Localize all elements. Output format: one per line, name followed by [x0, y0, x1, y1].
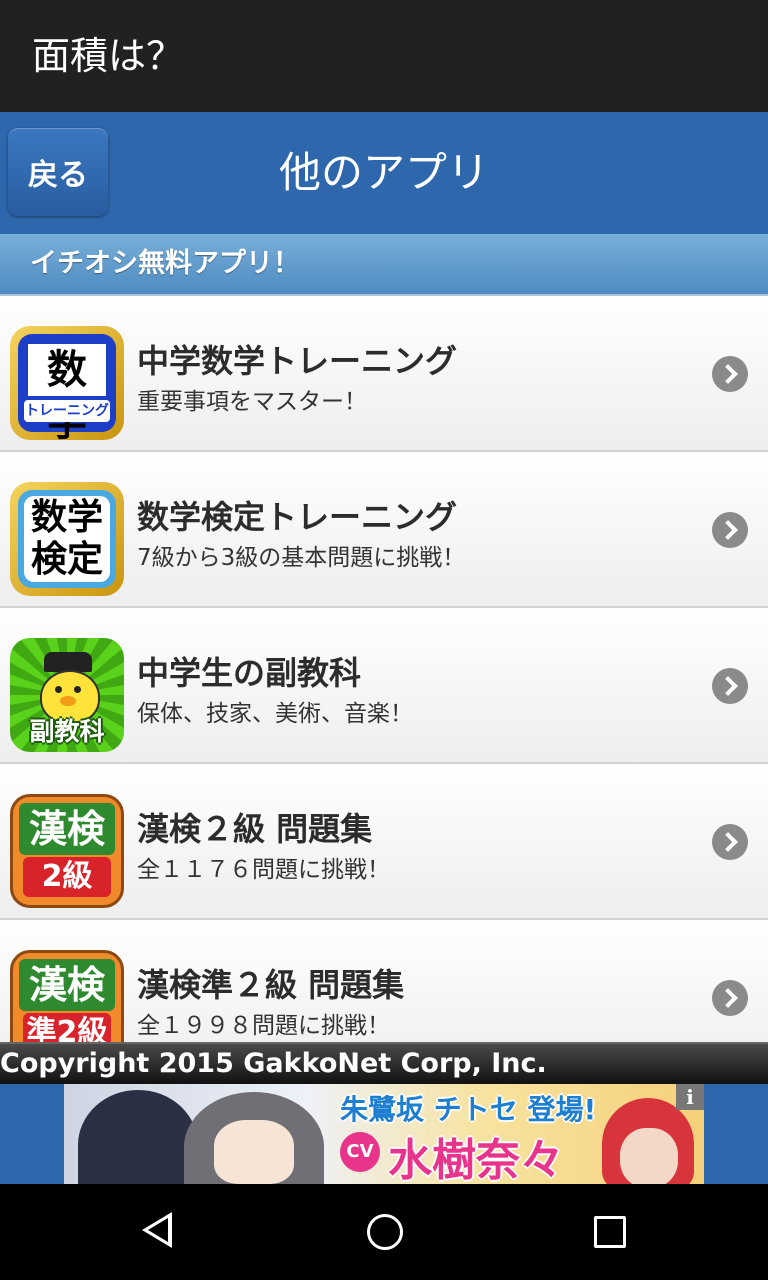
- chevron-right-icon: [712, 824, 748, 860]
- math-training-app-icon: 数学 トレーニング: [10, 326, 124, 440]
- copyright-text: Copyright 2015 GakkoNet Corp, Inc.: [0, 1048, 547, 1079]
- person-face: [620, 1128, 678, 1184]
- anime-character-face: [214, 1120, 294, 1184]
- ad-headline: 朱鷺坂 チトセ 登場!: [340, 1093, 597, 1126]
- icon-sublabel: 2級: [23, 857, 111, 897]
- app-name: 漢検２級 問題集: [137, 810, 373, 848]
- math-kentei-app-icon: 数学検定: [10, 482, 124, 596]
- icon-sublabel: トレーニング: [24, 400, 110, 422]
- chevron-right-icon: [712, 980, 748, 1016]
- cv-badge: CV: [340, 1132, 380, 1172]
- app-list[interactable]: 数学 トレーニング 中学数学トレーニング 重要事項をマスター！ 数学検定 数学検…: [0, 296, 768, 1042]
- list-item-kanken-2[interactable]: 漢検 2級 漢検２級 問題集 全１１７６問題に挑戦！: [0, 764, 768, 920]
- ad-area: 朱鷺坂 チトセ 登場! CV 水樹奈々 i: [0, 1084, 768, 1184]
- app-name: 中学生の副教科: [137, 654, 362, 692]
- app-description: 重要事項をマスター！: [137, 389, 367, 415]
- icon-label: 漢検: [19, 959, 115, 1011]
- list-item-sub-subjects[interactable]: 副教科 中学生の副教科 保体、技家、美術、音楽！: [0, 608, 768, 764]
- app-description: 保体、技家、美術、音楽！: [137, 701, 413, 727]
- icon-label: 漢検: [19, 803, 115, 855]
- nav-recents-icon[interactable]: [594, 1216, 626, 1248]
- window-title: 面積は？: [32, 34, 185, 78]
- app-name: 数学検定トレーニング: [137, 498, 458, 536]
- anime-character-image: [78, 1090, 198, 1184]
- list-item-kanken-pre-2[interactable]: 漢検 準2級 漢検準２級 問題集 全１９９８問題に挑戦！: [0, 920, 768, 1042]
- app-description: 7級から3級の基本問題に挑戦！: [137, 545, 466, 571]
- copyright-bar: Copyright 2015 GakkoNet Corp, Inc.: [0, 1042, 768, 1084]
- kanken-app-icon: 漢検 2級: [10, 794, 124, 908]
- app-header: 戻る 他のアプリ: [0, 112, 768, 234]
- section-title: イチオシ無料アプリ！: [30, 248, 300, 279]
- list-item-math-kentei[interactable]: 数学検定 数学検定トレーニング 7級から3級の基本問題に挑戦！: [0, 452, 768, 608]
- chevron-right-icon: [712, 356, 748, 392]
- nav-back-icon[interactable]: [142, 1212, 172, 1248]
- title-bar: 面積は？: [0, 0, 768, 112]
- ad-banner[interactable]: 朱鷺坂 チトセ 登場! CV 水樹奈々 i: [64, 1084, 704, 1184]
- page-title: 他のアプリ: [278, 148, 489, 197]
- app-name: 漢検準２級 問題集: [137, 966, 405, 1004]
- ad-info-icon[interactable]: i: [676, 1084, 704, 1110]
- app-name: 中学数学トレーニング: [137, 342, 458, 380]
- section-header: イチオシ無料アプリ！: [0, 234, 768, 296]
- app-description: 全１１７６問題に挑戦！: [137, 857, 390, 883]
- nav-home-icon[interactable]: [367, 1214, 403, 1250]
- kanken-app-icon: 漢検 準2級: [10, 950, 124, 1042]
- chevron-right-icon: [712, 668, 748, 704]
- icon-label: 数学検定: [24, 496, 110, 582]
- icon-sublabel: 準2級: [23, 1013, 111, 1042]
- app-description: 全１９９８問題に挑戦！: [137, 1013, 390, 1039]
- chick-app-icon: 副教科: [10, 638, 124, 752]
- list-item-math-training[interactable]: 数学 トレーニング 中学数学トレーニング 重要事項をマスター！: [0, 296, 768, 452]
- ad-voice-actor: 水樹奈々: [388, 1135, 564, 1184]
- icon-label: 数学: [28, 344, 106, 440]
- chevron-right-icon: [712, 512, 748, 548]
- system-nav-bar: [0, 1184, 768, 1280]
- icon-label: 副教科: [29, 717, 105, 746]
